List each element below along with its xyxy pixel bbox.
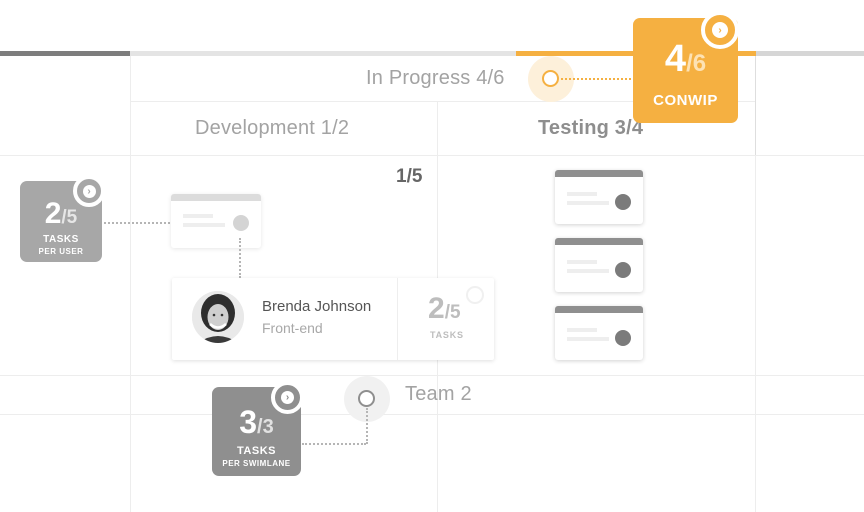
task-card-line — [567, 192, 597, 196]
task-card-assignee-dot — [615, 194, 631, 210]
conwip-limit: /6 — [686, 50, 707, 77]
user-settings-gear-icon[interactable] — [466, 286, 484, 304]
per-swimlane-limit: /3 — [257, 416, 274, 438]
user-name: Brenda Johnson — [262, 298, 372, 315]
task-card-line — [567, 260, 597, 264]
conwip-settings-gear-icon[interactable]: › — [701, 11, 739, 49]
task-card-placeholder[interactable] — [171, 194, 261, 248]
per-swimlane-label: TASKS — [237, 445, 276, 457]
task-card-assignee-dot — [233, 215, 249, 231]
task-card[interactable] — [555, 238, 643, 292]
avatar — [192, 291, 244, 343]
column-header-development[interactable]: Development 1/2 — [195, 117, 349, 140]
user-task-limit: 2/5 — [428, 292, 461, 326]
task-card-line — [567, 201, 609, 205]
task-card-bar — [171, 194, 261, 201]
swimlane-connector-line — [302, 443, 366, 445]
task-card[interactable] — [555, 306, 643, 360]
grid-vline — [130, 56, 131, 512]
task-card-line — [183, 223, 225, 227]
swimlane-title[interactable]: Team 2 — [405, 383, 472, 406]
task-card-line — [567, 337, 609, 341]
grid-hline — [0, 375, 864, 376]
top-bar-middle — [130, 51, 516, 56]
per-user-limit: /5 — [61, 207, 78, 228]
per-user-settings-gear-icon[interactable]: › — [73, 175, 105, 207]
card-user-connector-line — [239, 238, 241, 278]
user-card[interactable]: Brenda Johnson Front-end 2/5 TASKS — [172, 278, 494, 360]
user-card-divider — [397, 278, 398, 360]
top-bar-left — [0, 51, 130, 56]
column-header-in-progress[interactable]: In Progress 4/6 — [366, 67, 505, 90]
cell-wip-limit: 1/5 — [396, 166, 423, 187]
user-limit-max: /5 — [444, 302, 461, 323]
connector-ring — [542, 70, 559, 87]
per-user-connector-line — [104, 222, 170, 224]
conwip-current: 4 — [664, 38, 687, 80]
grid-vline — [755, 155, 756, 512]
user-limit-current: 2 — [428, 292, 445, 325]
per-user-sublabel: PER USER — [38, 247, 84, 256]
task-card[interactable] — [555, 170, 643, 224]
task-card-bar — [555, 306, 643, 313]
grid-hline — [0, 155, 864, 156]
task-card-bar — [555, 170, 643, 177]
top-bar-right — [756, 51, 864, 56]
task-card-line — [183, 214, 213, 218]
per-user-label: TASKS — [43, 234, 79, 245]
column-header-testing[interactable]: Testing 3/4 — [538, 117, 643, 140]
task-card-assignee-dot — [615, 262, 631, 278]
task-card-bar — [555, 238, 643, 245]
grid-hline — [0, 414, 864, 415]
per-swimlane-current: 3 — [239, 404, 258, 440]
per-swimlane-sublabel: PER SWIMLANE — [222, 459, 291, 468]
person-photo-icon — [192, 291, 244, 343]
swimlane-connector-ring — [358, 390, 375, 407]
conwip-label: CONWIP — [653, 92, 718, 109]
per-user-current: 2 — [44, 197, 62, 230]
swimlane-connector-line — [366, 408, 368, 444]
per-swimlane-settings-gear-icon[interactable]: › — [271, 381, 304, 414]
task-card-line — [567, 328, 597, 332]
task-card-line — [567, 269, 609, 273]
kanban-board: In Progress 4/6 Development 1/2 Testing … — [0, 0, 864, 512]
task-card-assignee-dot — [615, 330, 631, 346]
user-limit-label: TASKS — [430, 330, 464, 340]
user-role: Front-end — [262, 320, 323, 336]
grid-vline — [755, 56, 756, 155]
connector-line — [561, 78, 635, 80]
